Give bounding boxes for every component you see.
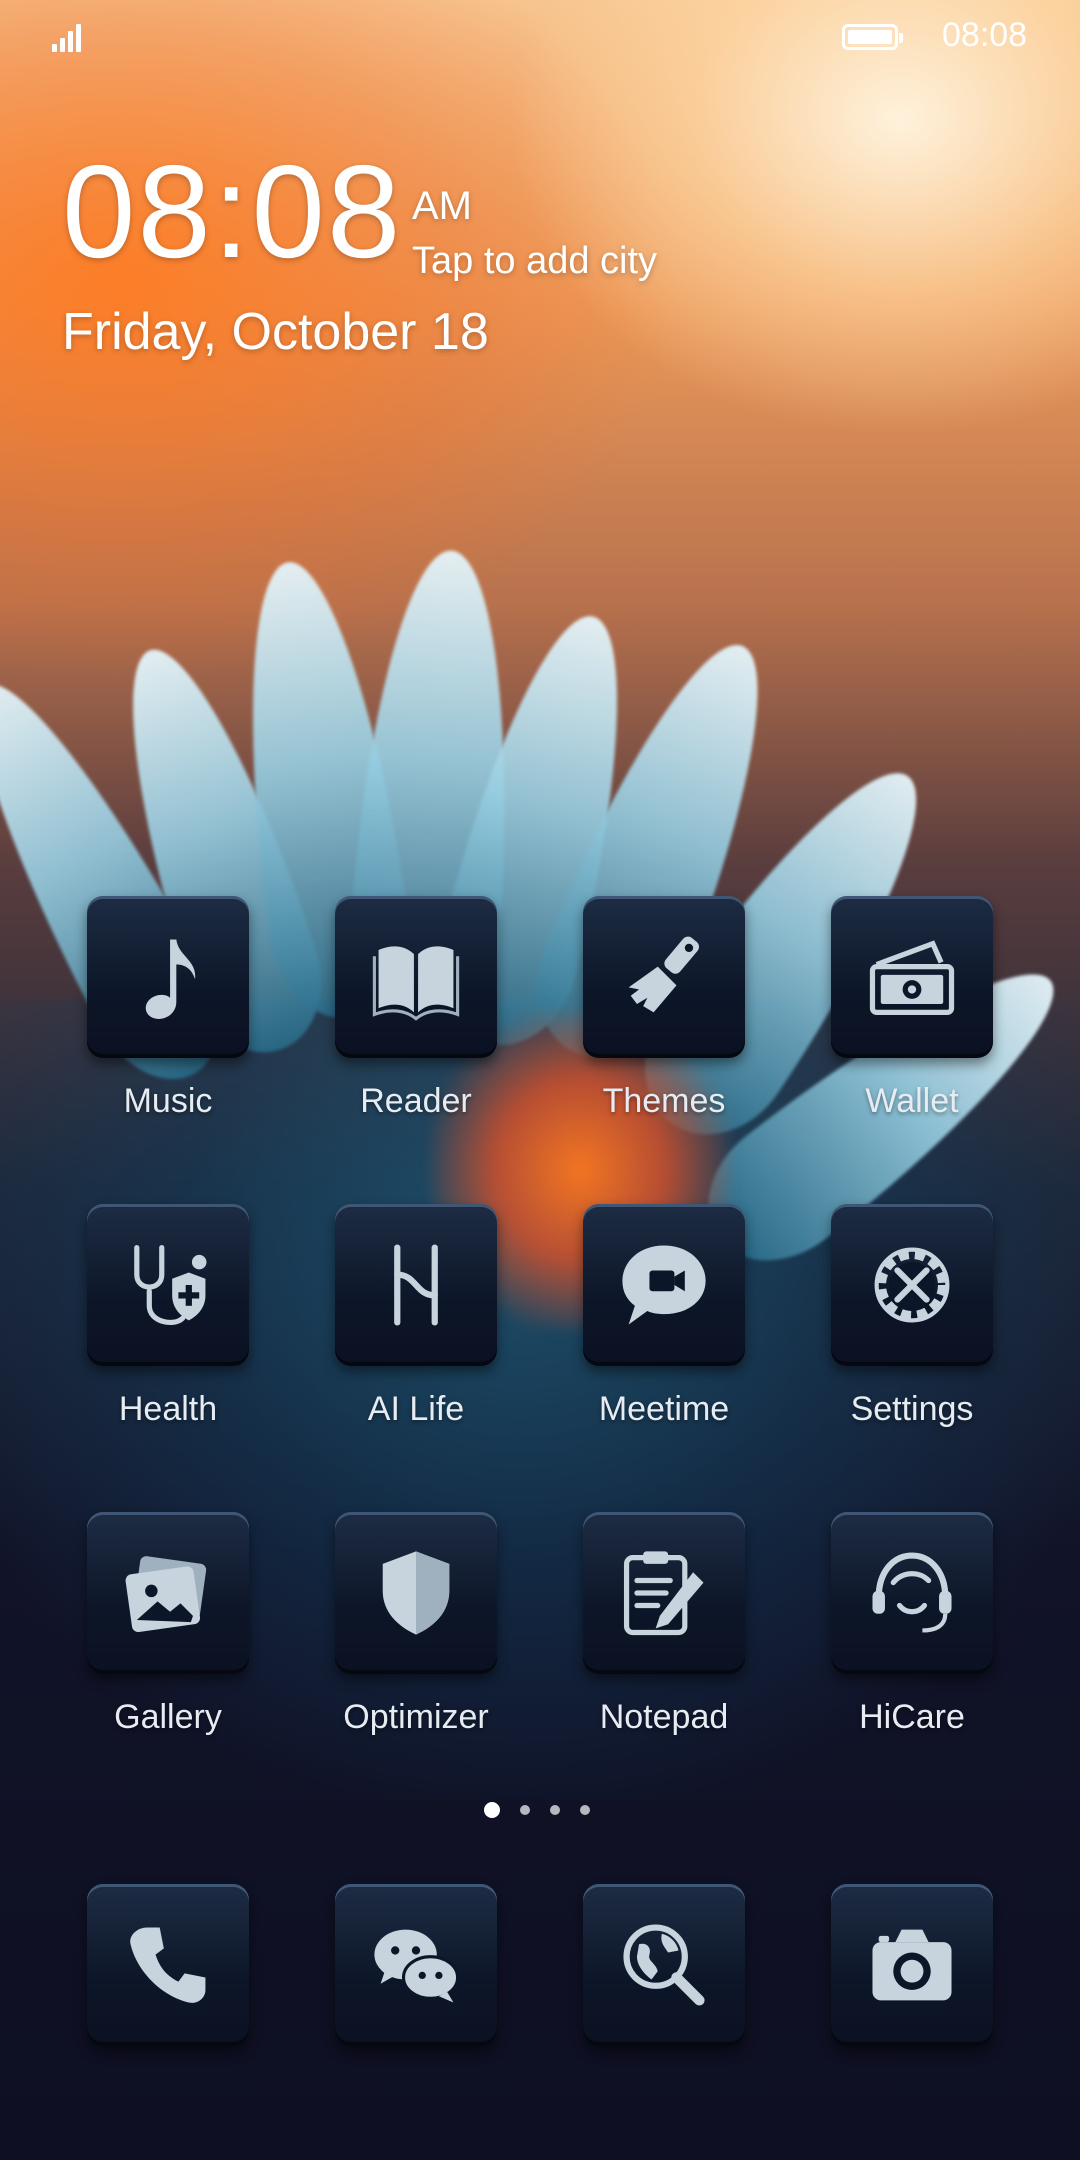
page-dot[interactable] [580, 1805, 590, 1815]
app-icon-tile[interactable] [335, 1204, 497, 1366]
home-screen: 08:08 08:08 AM Tap to add city Friday, O… [0, 0, 1080, 2160]
app-meetime[interactable]: Meetime [564, 1204, 764, 1429]
app-icon-tile[interactable] [583, 1204, 745, 1366]
clock-widget-ampm: AM [412, 184, 472, 228]
clock-widget-time[interactable]: 08:08 [62, 146, 402, 278]
headset-icon [872, 1552, 952, 1633]
app-wallet[interactable]: Wallet [812, 896, 1012, 1121]
app-icon-tile[interactable] [831, 1512, 993, 1674]
page-dot[interactable] [550, 1805, 560, 1815]
page-dot-active[interactable] [484, 1802, 500, 1818]
wechat-icon [374, 1929, 460, 2003]
photos-icon [125, 1556, 207, 1633]
dock-icon-tile[interactable] [87, 1884, 249, 2046]
dock-browser[interactable] [564, 1884, 764, 2046]
status-bar-time: 08:08 [942, 16, 1028, 54]
app-notepad[interactable]: Notepad [564, 1512, 764, 1737]
app-icon-tile[interactable] [583, 1512, 745, 1674]
app-themes[interactable]: Themes [564, 896, 764, 1121]
clipboard-pencil-icon [623, 1551, 704, 1636]
app-label: Music [123, 1082, 213, 1120]
app-settings[interactable]: Settings [812, 1204, 1012, 1429]
camera-icon [872, 1929, 952, 2001]
dock-camera[interactable] [812, 1884, 1012, 2046]
app-icon-tile[interactable] [831, 1204, 993, 1366]
dock-icon-tile[interactable] [583, 1884, 745, 2046]
dock-wechat[interactable] [316, 1884, 516, 2046]
status-bar: 08:08 [0, 0, 1080, 72]
app-music[interactable]: Music [68, 896, 268, 1121]
app-icon-tile[interactable] [87, 1512, 249, 1674]
app-ai-life[interactable]: AI Life [316, 1204, 516, 1429]
app-health[interactable]: Health [68, 1204, 268, 1429]
dock-phone[interactable] [68, 1884, 268, 2046]
clock-widget-date[interactable]: Friday, October 18 [62, 302, 489, 362]
app-label: Reader [360, 1082, 472, 1120]
app-label: Settings [850, 1390, 974, 1428]
app-label: Optimizer [343, 1698, 489, 1736]
ai-life-icon [394, 1244, 438, 1326]
app-icon-tile[interactable] [87, 1204, 249, 1366]
app-label: Notepad [599, 1698, 729, 1736]
app-label: Themes [602, 1082, 726, 1120]
globe-search-icon [623, 1924, 705, 2006]
page-dot[interactable] [520, 1805, 530, 1815]
app-label: AI Life [367, 1390, 465, 1428]
phone-icon [130, 1927, 206, 2003]
battery-fill [848, 30, 892, 44]
page-indicator[interactable] [484, 1802, 590, 1818]
app-gallery[interactable]: Gallery [68, 1512, 268, 1737]
gear-tools-icon [874, 1247, 950, 1323]
app-optimizer[interactable]: Optimizer [316, 1512, 516, 1737]
app-icon-tile[interactable] [335, 896, 497, 1058]
wallet-cash-icon [869, 940, 955, 1015]
app-icon-tile[interactable] [831, 896, 993, 1058]
signal-icon [52, 20, 92, 52]
dock-icon-tile[interactable] [335, 1884, 497, 2046]
paintbrush-icon [628, 936, 700, 1013]
music-note-icon [145, 939, 196, 1019]
dock-icon-tile[interactable] [831, 1884, 993, 2046]
shield-icon [382, 1551, 450, 1635]
clock-widget-add-city[interactable]: Tap to add city [412, 240, 657, 283]
app-label: Meetime [598, 1390, 730, 1428]
app-icon-tile[interactable] [583, 896, 745, 1058]
app-hicare[interactable]: HiCare [812, 1512, 1012, 1737]
battery-icon [842, 24, 903, 50]
book-icon [372, 946, 460, 1021]
video-chat-icon [622, 1245, 706, 1325]
app-icon-tile[interactable] [87, 896, 249, 1058]
app-label: Gallery [114, 1698, 222, 1736]
stethoscope-icon [134, 1244, 207, 1325]
app-label: Wallet [865, 1082, 959, 1120]
app-label: HiCare [859, 1698, 965, 1736]
app-icon-tile[interactable] [335, 1512, 497, 1674]
app-reader[interactable]: Reader [316, 896, 516, 1121]
app-label: Health [118, 1390, 218, 1428]
